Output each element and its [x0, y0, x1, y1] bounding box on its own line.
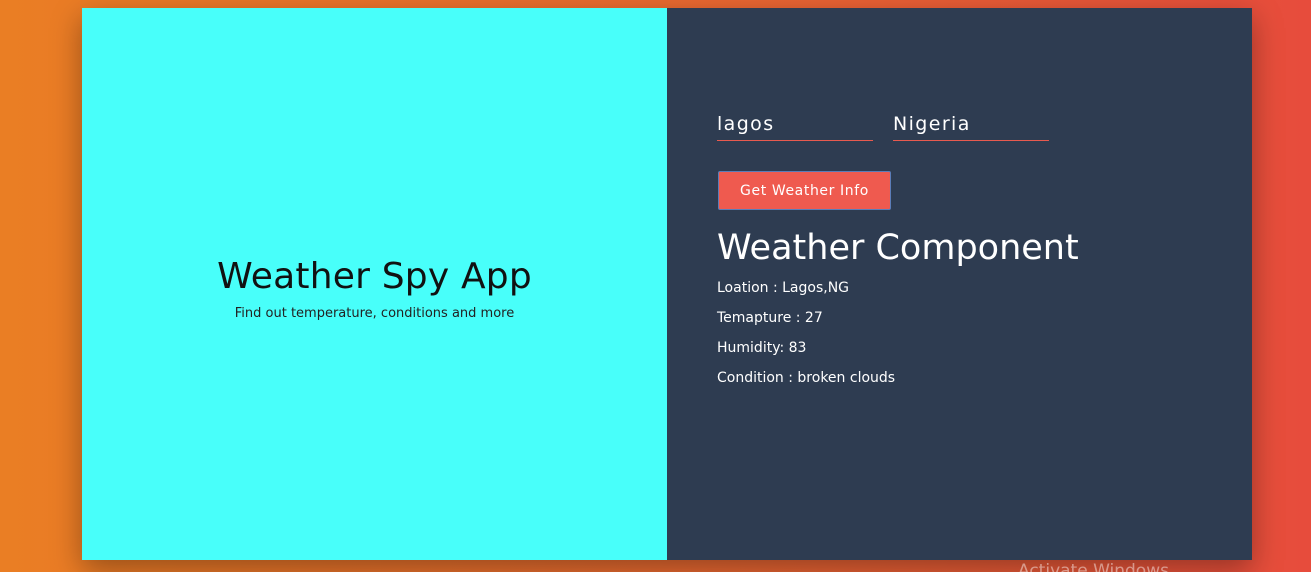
location-text: Loation : Lagos,NG [717, 280, 850, 296]
app-subtitle: Find out temperature, conditions and mor… [234, 306, 515, 321]
search-form [717, 108, 1069, 141]
weather-info-list: Loation : Lagos,NG Temapture : 27 Humidi… [717, 278, 895, 398]
app-card: Weather Spy App Find out temperature, co… [82, 8, 1252, 560]
activate-windows-watermark: Activate Windows [1018, 561, 1169, 572]
country-input[interactable] [893, 108, 1049, 141]
city-input[interactable] [717, 108, 873, 141]
title-panel: Weather Spy App Find out temperature, co… [82, 8, 667, 560]
app-title: Weather Spy App [217, 256, 532, 297]
humidity-text: Humidity: 83 [717, 340, 807, 356]
condition-text: Condition : broken clouds [717, 370, 896, 386]
temperature-text: Temapture : 27 [717, 310, 823, 326]
get-weather-button[interactable]: Get Weather Info [718, 171, 891, 210]
weather-component-heading: Weather Component [717, 228, 1079, 268]
weather-panel: Get Weather Info Weather Component Loati… [667, 8, 1252, 560]
